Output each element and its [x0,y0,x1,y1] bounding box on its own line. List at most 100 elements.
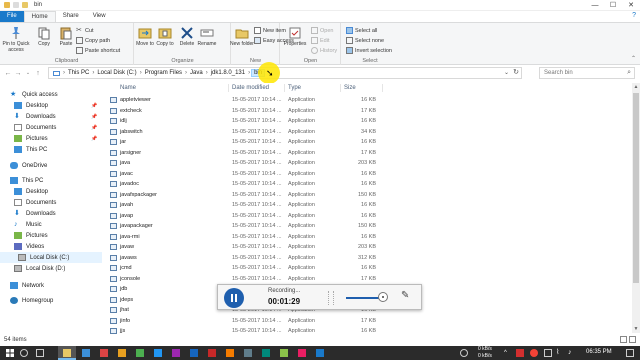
minimize-button[interactable]: — [586,0,604,11]
new-folder-quick-icon[interactable] [22,2,28,8]
app-icon[interactable] [154,349,162,357]
tray-app-icon[interactable] [530,349,538,357]
file-row[interactable]: java-rmi 15-05-2017 10:14 ... Application 1… [104,232,624,242]
back-arrow-icon[interactable]: ← [3,70,13,77]
nav-downloads[interactable]: ⬇ Downloads [14,208,56,219]
pin-icon[interactable]: 📌 [91,114,97,120]
volume-icon[interactable]: ♪ [568,349,576,357]
column-header-type[interactable]: Type [288,83,301,93]
nav-onedrive[interactable]: OneDrive [10,160,47,171]
large-icons-view-icon[interactable] [629,336,636,343]
nav-videos[interactable]: Videos [14,241,44,252]
file-row[interactable]: appletviewer 15-05-2017 10:14 ... Applicat… [104,95,624,105]
file-row[interactable]: javaw 15-05-2017 10:14 ... Application 203 … [104,242,624,252]
file-row[interactable]: idlj 15-05-2017 10:14 ... Application 16 KB [104,116,624,126]
nav-desktop-pinned[interactable]: Desktop [14,100,48,111]
file-row[interactable]: javaws 15-05-2017 10:14 ... Application 312… [104,253,624,263]
file-row[interactable]: jabswitch 15-05-2017 10:14 ... Application… [104,127,624,137]
nav-documents[interactable]: Documents [14,197,56,208]
edit-button[interactable]: Edit [311,37,329,44]
column-divider[interactable] [340,84,341,92]
app-icon[interactable] [136,349,144,357]
file-row[interactable]: jar 15-05-2017 10:14 ... Application 16 KB [104,137,624,147]
details-view-icon[interactable] [620,336,627,343]
nav-homegroup[interactable]: Homegroup [10,295,53,306]
rename-button[interactable]: Rename [193,26,221,47]
paste-shortcut-button[interactable]: Paste shortcut [76,47,120,54]
pin-icon[interactable]: 📌 [91,136,97,142]
app-icon[interactable] [280,349,288,357]
cut-button[interactable]: ✂ Cut [76,27,94,34]
invert-selection-button[interactable]: Invert selection [346,47,392,54]
help-icon[interactable]: ? [632,12,636,19]
nav-documents-pinned[interactable]: Documents [14,122,56,133]
refresh-icon[interactable]: ↻ [513,68,519,76]
breadcrumb-local-disk-c[interactable]: Local Disk (C:) [95,70,138,76]
app-icon[interactable] [118,349,126,357]
file-row[interactable]: jarsigner 15-05-2017 10:14 ... Application… [104,148,624,158]
tab-home[interactable]: Home [23,11,56,22]
up-arrow-icon[interactable]: ↑ [33,70,43,77]
file-row[interactable]: javafxpackager 15-05-2017 10:14 ... Applic… [104,190,624,200]
app-icon[interactable] [262,349,270,357]
breadcrumb-program-files[interactable]: Program Files [143,70,184,76]
history-button[interactable]: History [311,47,337,54]
network-icon[interactable]: ⌇ [556,349,564,357]
file-explorer-taskbar-button[interactable] [58,346,76,360]
tray-app-icon[interactable] [516,349,524,357]
copy-path-button[interactable]: Copy path [76,37,110,44]
nav-local-disk-d[interactable]: Local Disk (D:) [14,263,65,274]
pause-recording-button[interactable] [224,288,244,308]
file-row[interactable]: jconsole 15-05-2017 10:14 ... Application 1… [104,274,624,284]
file-row[interactable]: extcheck 15-05-2017 10:14 ... Application 1… [104,106,624,116]
forward-arrow-icon[interactable]: → [13,70,23,77]
file-row[interactable]: javapackager 15-05-2017 10:14 ... Applicat… [104,221,624,231]
annotate-pen-icon[interactable]: ✎ [401,290,409,301]
app-icon[interactable] [100,349,108,357]
nav-music[interactable]: ♪ Music [14,219,42,230]
task-view-icon[interactable] [36,349,44,357]
column-divider[interactable] [284,84,285,92]
nav-local-disk-c[interactable]: Local Disk (C:) [0,252,102,263]
scroll-up-arrow-icon[interactable]: ▲ [632,84,640,90]
nav-pictures[interactable]: Pictures [14,230,48,241]
pin-to-quick-access-button[interactable]: Pin to Quick access [2,26,30,53]
nav-pictures-pinned[interactable]: Pictures [14,133,48,144]
file-row[interactable]: javap 15-05-2017 10:14 ... Application 16 K… [104,211,624,221]
file-row[interactable]: javah 15-05-2017 10:14 ... Application 16 K… [104,200,624,210]
column-divider[interactable] [228,84,229,92]
file-row[interactable]: jinfo 15-05-2017 10:14 ... Application 17 K… [104,316,624,326]
tab-share[interactable]: Share [56,11,86,22]
close-button[interactable]: ✕ [622,0,640,11]
address-bar[interactable]: › This PC › Local Disk (C:) › Program Fi… [48,67,522,79]
select-none-button[interactable]: Select none [346,37,384,44]
collapse-ribbon-icon[interactable]: ⌃ [631,55,636,62]
maximize-button[interactable]: ☐ [604,0,622,11]
address-history-chevron-icon[interactable]: ⌄ [504,69,509,76]
breadcrumb-java[interactable]: Java [188,70,205,76]
app-icon[interactable] [208,349,216,357]
open-button[interactable]: Open [311,27,333,34]
tab-view[interactable]: View [86,11,113,22]
recent-locations-chevron-icon[interactable]: ⌄ [23,70,33,76]
new-folder-button[interactable]: New folder [228,26,256,47]
nav-this-pc-quick[interactable]: This PC [14,144,47,155]
pin-icon[interactable]: 📌 [91,103,97,109]
file-row[interactable]: java 15-05-2017 10:14 ... Application 203 K… [104,158,624,168]
file-row[interactable]: javac 15-05-2017 10:14 ... Application 16 K… [104,169,624,179]
search-input[interactable]: Search bin ⌕ [539,67,635,79]
file-row[interactable]: jcmd 15-05-2017 10:14 ... Application 16 KB [104,263,624,273]
app-icon[interactable] [226,349,234,357]
nav-desktop[interactable]: Desktop [14,186,48,197]
scroll-down-arrow-icon[interactable]: ▼ [632,326,640,332]
app-icon[interactable] [244,349,252,357]
webcam-toggle-icon[interactable] [378,292,388,302]
show-hidden-icons-chevron-icon[interactable]: ^ [504,349,512,357]
properties-button[interactable]: Properties [281,26,309,47]
column-header-date[interactable]: Date modified [232,83,269,93]
column-divider[interactable] [382,84,383,92]
app-icon[interactable] [190,349,198,357]
tab-file[interactable]: File [0,11,24,22]
scrollbar-thumb[interactable] [633,93,639,283]
cortana-search-icon[interactable] [20,349,28,357]
